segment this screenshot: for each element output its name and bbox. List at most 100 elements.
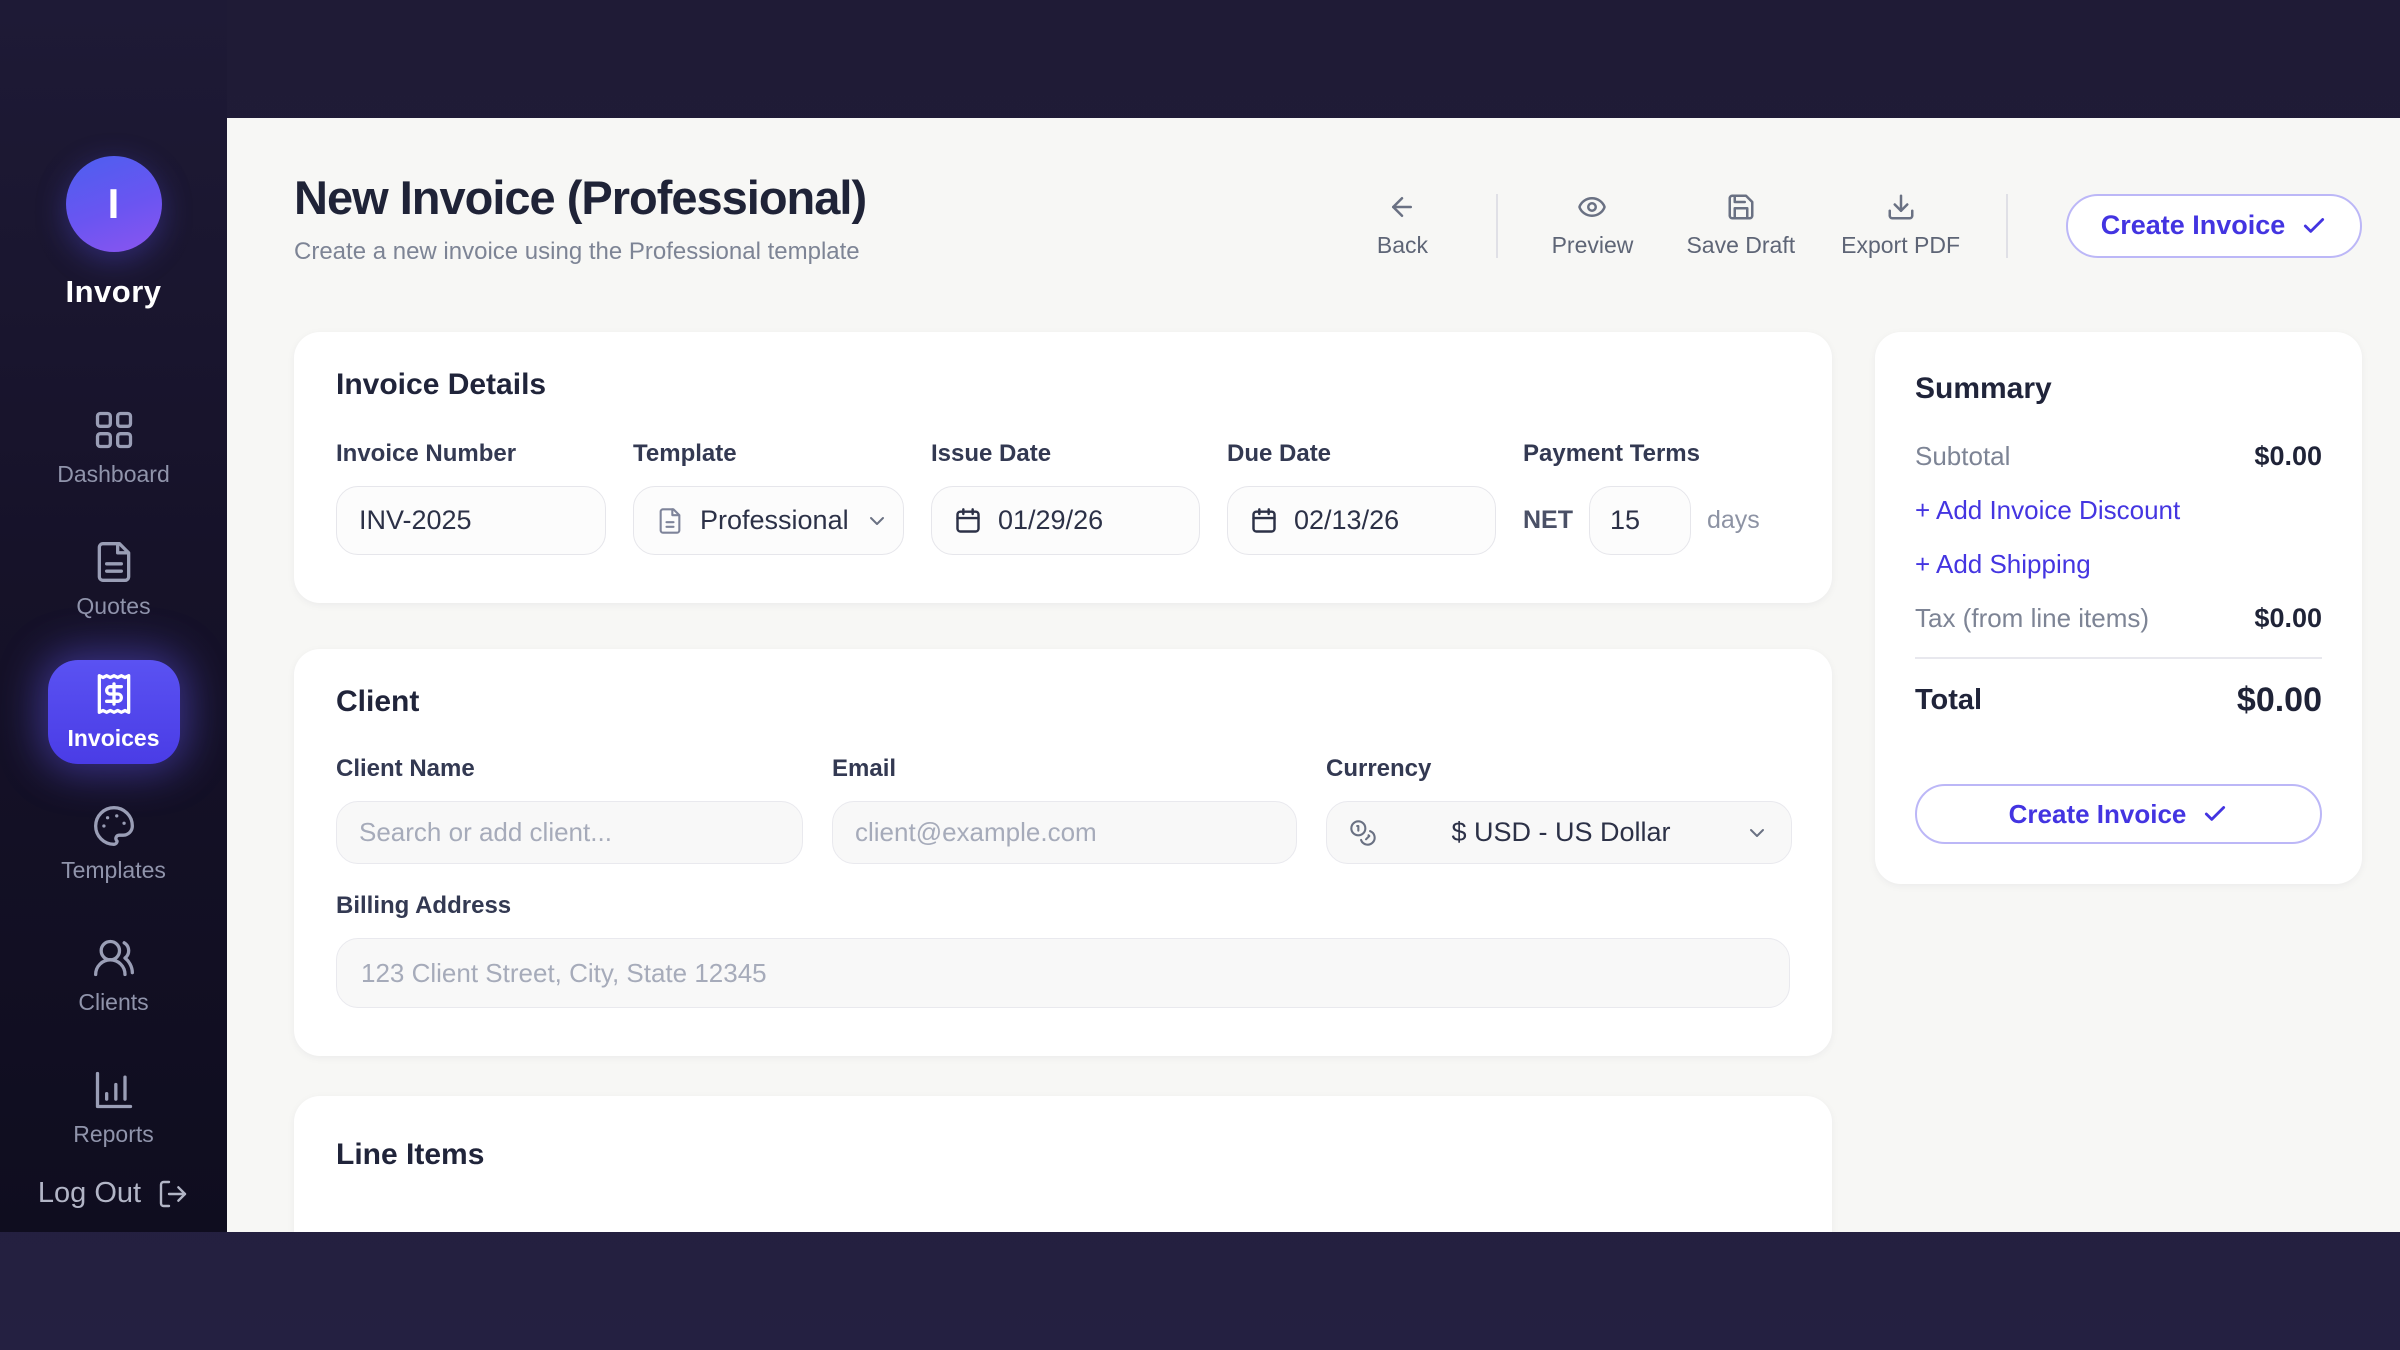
create-invoice-label: Create Invoice xyxy=(2101,210,2286,241)
issue-date-field[interactable]: 01/29/26 xyxy=(931,486,1200,555)
currency-select[interactable]: $ USD - US Dollar xyxy=(1326,801,1792,864)
summary-heading: Summary xyxy=(1915,372,2322,406)
subtotal-value: $0.00 xyxy=(2254,441,2322,472)
payment-terms-label: Payment Terms xyxy=(1523,440,1790,468)
app-logo-letter: I xyxy=(108,180,120,228)
tax-label: Tax (from line items) xyxy=(1915,603,2149,634)
sidebar-item-label: Invoices xyxy=(67,725,159,752)
toolbar: Back Preview Save Draft Export PDF xyxy=(1354,192,2362,259)
sidebar-item-templates[interactable]: Templates xyxy=(34,778,194,910)
preview-button[interactable]: Preview xyxy=(1544,192,1640,259)
sidebar-item-label: Quotes xyxy=(76,593,150,620)
payment-terms-field xyxy=(1589,486,1691,555)
back-label: Back xyxy=(1377,232,1428,259)
line-items-card: Line Items xyxy=(294,1096,1832,1232)
email-field xyxy=(832,801,1297,864)
client-name-field xyxy=(336,801,803,864)
payment-terms-group: Payment Terms NET days xyxy=(1523,440,1790,555)
receipt-icon xyxy=(92,672,136,716)
add-invoice-discount-link[interactable]: + Add Invoice Discount xyxy=(1915,492,2322,529)
app-name: Invory xyxy=(65,274,161,310)
users-icon xyxy=(92,936,136,980)
page-subtitle: Create a new invoice using the Professio… xyxy=(294,238,866,266)
chevron-down-icon xyxy=(1745,821,1769,845)
billing-address-field xyxy=(336,938,1790,1008)
sidebar-item-dashboard[interactable]: Dashboard xyxy=(34,382,194,514)
total-row: Total $0.00 xyxy=(1915,681,2322,720)
save-draft-button[interactable]: Save Draft xyxy=(1686,192,1795,259)
coins-icon xyxy=(1349,819,1377,847)
check-icon xyxy=(2301,213,2327,239)
summary-divider xyxy=(1915,657,2322,659)
due-date-field[interactable]: 02/13/26 xyxy=(1227,486,1496,555)
client-name-group: Client Name xyxy=(336,755,803,864)
sidebar-item-label: Dashboard xyxy=(57,461,170,488)
toolbar-divider xyxy=(2006,194,2008,258)
add-shipping-link[interactable]: + Add Shipping xyxy=(1915,546,2322,583)
issue-date-label: Issue Date xyxy=(931,440,1200,468)
currency-group: Currency $ USD - US Dollar xyxy=(1326,755,1792,864)
sidebar-item-label: Clients xyxy=(78,989,148,1016)
sidebar-item-clients[interactable]: Clients xyxy=(34,910,194,1042)
days-suffix: days xyxy=(1707,506,1760,535)
total-label: Total xyxy=(1915,684,1982,717)
sidebar-item-reports[interactable]: Reports xyxy=(34,1042,194,1174)
template-label: Template xyxy=(633,440,904,468)
sidebar-item-label: Templates xyxy=(61,857,166,884)
payment-terms-controls: NET days xyxy=(1523,486,1790,555)
issue-date-group: Issue Date 01/29/26 xyxy=(931,440,1200,555)
save-draft-label: Save Draft xyxy=(1686,232,1795,259)
invoice-details-heading: Invoice Details xyxy=(336,368,1790,402)
toolbar-divider xyxy=(1496,194,1498,258)
client-name-label: Client Name xyxy=(336,755,803,783)
payment-terms-input[interactable] xyxy=(1610,505,1670,536)
sidebar-nav: Dashboard Quotes Invoices Templates Clie… xyxy=(0,382,227,1174)
billing-address-input[interactable] xyxy=(361,957,1765,989)
invoice-details-fields: Invoice Number Template Professional xyxy=(336,440,1790,555)
line-items-heading: Line Items xyxy=(336,1138,1790,1172)
total-value: $0.00 xyxy=(2237,681,2322,720)
file-text-icon xyxy=(92,540,136,584)
tax-value: $0.00 xyxy=(2254,603,2322,634)
email-group: Email xyxy=(832,755,1297,864)
invoice-number-input[interactable] xyxy=(359,505,583,536)
logout-button[interactable]: Log Out xyxy=(0,1177,227,1210)
dashboard-icon xyxy=(92,408,136,452)
email-label: Email xyxy=(832,755,1297,783)
client-card: Client Client Name Email xyxy=(294,649,1832,1056)
subtotal-label: Subtotal xyxy=(1915,441,2010,472)
create-invoice-button-summary[interactable]: Create Invoice xyxy=(1915,784,2322,844)
sidebar-item-quotes[interactable]: Quotes xyxy=(34,514,194,646)
template-select[interactable]: Professional xyxy=(633,486,904,555)
back-button[interactable]: Back xyxy=(1354,192,1450,259)
client-name-input[interactable] xyxy=(359,817,780,848)
logout-label: Log Out xyxy=(38,1177,141,1210)
calendar-icon xyxy=(954,507,982,535)
billing-address-label: Billing Address xyxy=(336,892,1790,920)
palette-icon xyxy=(92,804,136,848)
summary-column: Summary Subtotal $0.00 + Add Invoice Dis… xyxy=(1875,332,2362,884)
create-invoice-button-top[interactable]: Create Invoice xyxy=(2066,194,2362,258)
page-header: New Invoice (Professional) Create a new … xyxy=(294,170,2362,266)
eye-icon xyxy=(1577,192,1607,222)
template-group: Template Professional xyxy=(633,440,904,555)
sidebar-item-invoices[interactable]: Invoices xyxy=(48,660,180,764)
calendar-icon xyxy=(1250,507,1278,535)
email-input[interactable] xyxy=(855,817,1274,848)
preview-label: Preview xyxy=(1552,232,1634,259)
due-date-group: Due Date 02/13/26 xyxy=(1227,440,1496,555)
billing-address-group: Billing Address xyxy=(336,892,1790,1008)
main-panel: New Invoice (Professional) Create a new … xyxy=(227,118,2400,1232)
export-pdf-button[interactable]: Export PDF xyxy=(1841,192,1960,259)
invoice-number-label: Invoice Number xyxy=(336,440,606,468)
invoice-details-card: Invoice Details Invoice Number Template xyxy=(294,332,1832,603)
issue-date-value: 01/29/26 xyxy=(998,505,1103,536)
logout-icon xyxy=(157,1178,189,1210)
create-invoice-label: Create Invoice xyxy=(2009,799,2187,830)
content: Invoice Details Invoice Number Template xyxy=(294,332,2362,1232)
currency-value: $ USD - US Dollar xyxy=(1393,817,1729,848)
tax-row: Tax (from line items) $0.00 xyxy=(1915,600,2322,637)
app-logo: I xyxy=(66,156,162,252)
page-title: New Invoice (Professional) xyxy=(294,170,866,226)
arrow-left-icon xyxy=(1387,192,1417,222)
